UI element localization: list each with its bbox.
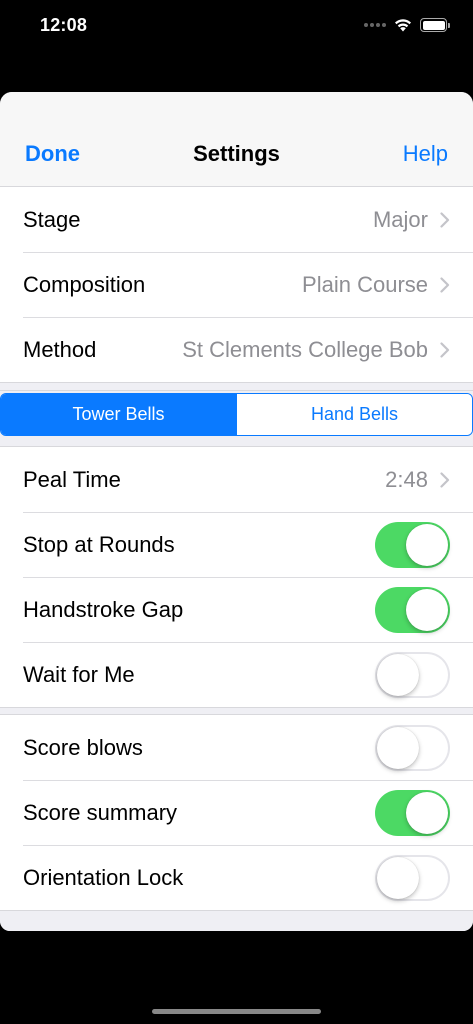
divider <box>0 382 473 391</box>
ringing-options-group: Peal Time 2:48 Stop at Rounds Handstroke… <box>0 446 473 707</box>
wait-for-me-toggle[interactable] <box>375 651 450 698</box>
bell-type-segmented-control: Tower Bells Hand Bells <box>0 393 473 436</box>
score-blows-toggle[interactable] <box>375 724 450 771</box>
stage-row[interactable]: Stage Major <box>0 187 473 252</box>
peal-time-value: 2:48 <box>385 466 428 492</box>
ringing-settings-group: Stage Major Composition Plain Course Met… <box>0 187 473 382</box>
peal-time-row[interactable]: Peal Time 2:48 <box>0 447 473 512</box>
chevron-right-icon <box>440 341 450 358</box>
bell-type-control-wrap: Tower Bells Hand Bells <box>0 391 473 446</box>
score-summary-row: Score summary <box>0 780 473 845</box>
stop-at-rounds-toggle[interactable] <box>375 521 450 568</box>
composition-value: Plain Course <box>302 271 428 297</box>
handstroke-gap-label: Handstroke Gap <box>23 596 184 622</box>
wait-for-me-label: Wait for Me <box>23 661 135 687</box>
stage-label: Stage <box>23 206 81 232</box>
divider <box>0 707 473 715</box>
status-time: 12:08 <box>40 15 88 35</box>
wifi-icon <box>395 19 411 32</box>
chevron-right-icon <box>440 276 450 293</box>
signal-icon <box>364 23 386 27</box>
status-icons <box>364 17 450 33</box>
score-blows-label: Score blows <box>23 734 143 760</box>
peal-time-label: Peal Time <box>23 466 121 492</box>
done-button[interactable]: Done <box>25 141 80 167</box>
orientation-lock-row: Orientation Lock <box>0 845 473 910</box>
nav-bar: Done Settings Help <box>0 92 473 187</box>
sheet-footer <box>0 910 473 931</box>
orientation-lock-label: Orientation Lock <box>23 864 184 890</box>
orientation-lock-toggle[interactable] <box>375 854 450 901</box>
stop-at-rounds-label: Stop at Rounds <box>23 531 175 557</box>
settings-sheet: Done Settings Help Stage Major Compositi… <box>0 92 473 931</box>
score-blows-row: Score blows <box>0 715 473 780</box>
method-value: St Clements College Bob <box>182 336 428 362</box>
home-indicator[interactable] <box>152 1009 321 1014</box>
method-row[interactable]: Method St Clements College Bob <box>0 317 473 382</box>
chevron-right-icon <box>440 471 450 488</box>
handstroke-gap-row: Handstroke Gap <box>0 577 473 642</box>
handstroke-gap-toggle[interactable] <box>375 586 450 633</box>
battery-icon <box>420 18 450 32</box>
help-button[interactable]: Help <box>403 141 448 167</box>
method-label: Method <box>23 336 97 362</box>
stop-at-rounds-row: Stop at Rounds <box>0 512 473 577</box>
segment-tower-bells[interactable]: Tower Bells <box>1 394 236 435</box>
score-summary-label: Score summary <box>23 799 178 825</box>
wait-for-me-row: Wait for Me <box>0 642 473 707</box>
segment-hand-bells[interactable]: Hand Bells <box>236 394 472 435</box>
status-bar: 12:08 <box>0 0 473 50</box>
chevron-right-icon <box>440 211 450 228</box>
scoring-group: Score blows Score summary Orientation Lo… <box>0 715 473 910</box>
stage-value: Major <box>372 206 428 232</box>
composition-label: Composition <box>23 271 146 297</box>
score-summary-toggle[interactable] <box>375 789 450 836</box>
composition-row[interactable]: Composition Plain Course <box>0 252 473 317</box>
